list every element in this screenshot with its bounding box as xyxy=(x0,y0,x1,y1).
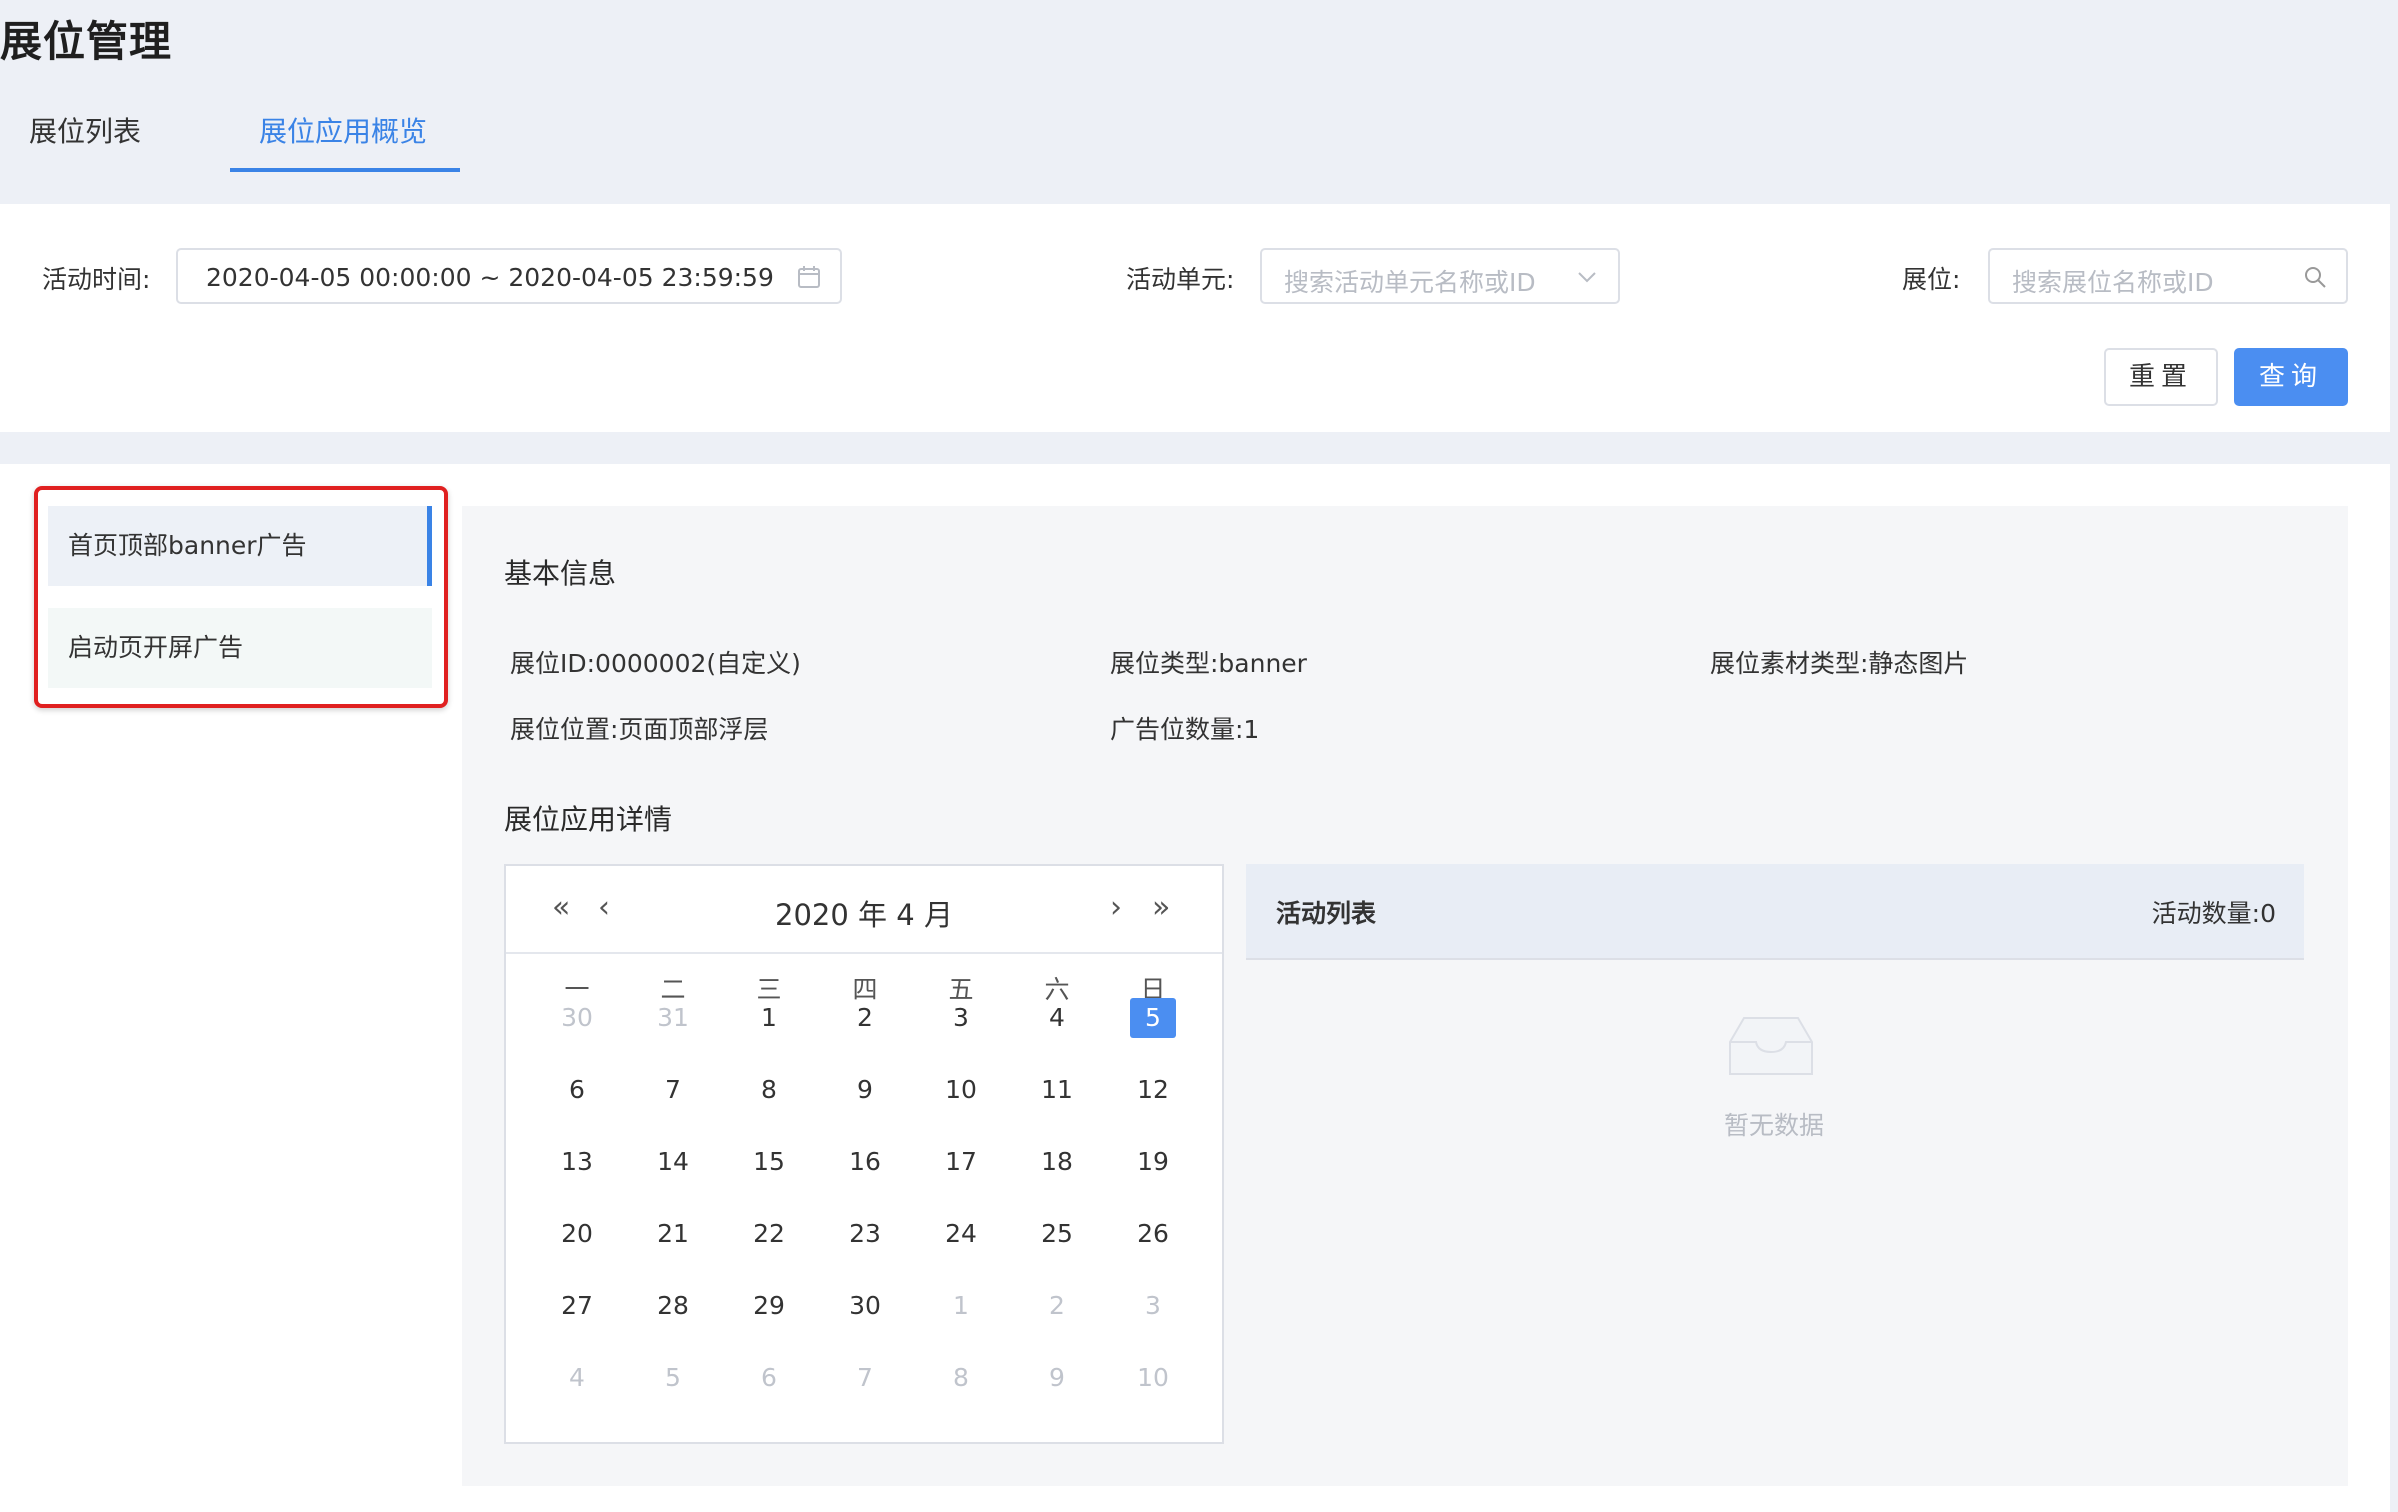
calendar-day[interactable]: 9 xyxy=(1034,1358,1080,1398)
calendar-day[interactable]: 26 xyxy=(1130,1214,1176,1254)
calendar-day[interactable]: 16 xyxy=(842,1142,888,1182)
calendar-day[interactable]: 2 xyxy=(842,998,888,1038)
calendar-day[interactable]: 23 xyxy=(842,1214,888,1254)
activity-count: 活动数量:0 xyxy=(2151,899,2276,928)
empty-inbox-icon xyxy=(1729,1017,1813,1075)
calendar-day[interactable]: 8 xyxy=(746,1070,792,1110)
calendar-day[interactable]: 2 xyxy=(1034,1286,1080,1326)
info-material-type: 展位素材类型:静态图片 xyxy=(1710,649,1969,678)
time-range-value: 2020-04-05 00:00:00 ~ 2020-04-05 23:59:5… xyxy=(206,263,774,292)
calendar-day[interactable]: 10 xyxy=(938,1070,984,1110)
calendar: « ‹ 2020 年 4 月 › » 一二三四五六日 30 31 1 2 3 4 5 6 7 8 9 1… xyxy=(504,864,1224,1444)
calendar-day[interactable]: 3 xyxy=(1130,1286,1176,1326)
active-tab-indicator xyxy=(230,168,460,172)
calendar-day[interactable]: 6 xyxy=(746,1358,792,1398)
time-range-picker[interactable]: 2020-04-05 00:00:00 ~ 2020-04-05 23:59:5… xyxy=(176,248,842,304)
calendar-day[interactable]: 5 xyxy=(650,1358,696,1398)
calendar-day[interactable]: 18 xyxy=(1034,1142,1080,1182)
reset-button[interactable]: 重置 xyxy=(2104,348,2218,406)
slot-detail: 基本信息 展位ID:0000002(自定义) 展位类型:banner 展位素材类… xyxy=(462,506,2348,1486)
calendar-day[interactable]: 17 xyxy=(938,1142,984,1182)
search-icon xyxy=(2305,267,2326,288)
next-month-icon[interactable]: › xyxy=(1110,890,1122,925)
calendar-day[interactable]: 24 xyxy=(938,1214,984,1254)
slot-list-highlight: 首页顶部banner广告 启动页开屏广告 xyxy=(34,486,448,708)
calendar-day-selected[interactable]: 5 xyxy=(1130,998,1176,1038)
calendar-day[interactable]: 7 xyxy=(650,1070,696,1110)
slot-search-input[interactable]: 搜索展位名称或ID xyxy=(1988,248,2348,304)
calendar-day[interactable]: 13 xyxy=(554,1142,600,1182)
query-button[interactable]: 查询 xyxy=(2234,348,2348,406)
info-slot-id: 展位ID:0000002(自定义) xyxy=(510,649,801,678)
calendar-day[interactable]: 6 xyxy=(554,1070,600,1110)
calendar-day[interactable]: 10 xyxy=(1130,1358,1176,1398)
detail-title: 展位应用详情 xyxy=(504,803,673,836)
calendar-day[interactable]: 14 xyxy=(650,1142,696,1182)
basic-info-title: 基本信息 xyxy=(504,557,617,590)
calendar-day[interactable]: 30 xyxy=(842,1286,888,1326)
calendar-day[interactable]: 4 xyxy=(1034,998,1080,1038)
slot-item-splash[interactable]: 启动页开屏广告 xyxy=(48,608,432,688)
tab-slot-list[interactable]: 展位列表 xyxy=(29,110,141,150)
calendar-day[interactable]: 15 xyxy=(746,1142,792,1182)
empty-text: 暂无数据 xyxy=(1724,1111,1825,1140)
calendar-day[interactable]: 7 xyxy=(842,1358,888,1398)
activity-list-title: 活动列表 xyxy=(1276,899,1377,928)
calendar-day[interactable]: 20 xyxy=(554,1214,600,1254)
slot-item-home-banner[interactable]: 首页顶部banner广告 xyxy=(48,506,432,586)
info-position: 展位位置:页面顶部浮层 xyxy=(510,715,769,744)
calendar-day[interactable]: 28 xyxy=(650,1286,696,1326)
page-title: 展位管理 xyxy=(0,17,173,66)
calendar-day[interactable]: 30 xyxy=(554,998,600,1038)
activity-list-header: 活动列表 活动数量:0 xyxy=(1246,864,2304,960)
calendar-day[interactable]: 22 xyxy=(746,1214,792,1254)
calendar-day[interactable]: 3 xyxy=(938,998,984,1038)
calendar-day[interactable]: 12 xyxy=(1130,1070,1176,1110)
calendar-day[interactable]: 27 xyxy=(554,1286,600,1326)
slot-placeholder: 搜索展位名称或ID xyxy=(2012,268,2214,297)
calendar-day[interactable]: 19 xyxy=(1130,1142,1176,1182)
calendar-day[interactable]: 29 xyxy=(746,1286,792,1326)
content-panel: 首页顶部banner广告 启动页开屏广告 基本信息 展位ID:0000002(自… xyxy=(0,464,2390,1512)
tab-bar: 展位列表 展位应用概览 xyxy=(0,100,600,174)
calendar-day[interactable]: 1 xyxy=(746,998,792,1038)
calendar-day[interactable]: 8 xyxy=(938,1358,984,1398)
unit-select[interactable]: 搜索活动单元名称或ID xyxy=(1260,248,1620,304)
filter-panel: 活动时间: 2020-04-05 00:00:00 ~ 2020-04-05 2… xyxy=(0,204,2390,432)
unit-label: 活动单元: xyxy=(1126,265,1235,294)
calendar-header: « ‹ 2020 年 4 月 › » xyxy=(506,866,1222,954)
calendar-day[interactable]: 9 xyxy=(842,1070,888,1110)
unit-placeholder: 搜索活动单元名称或ID xyxy=(1284,268,1536,297)
calendar-day[interactable]: 4 xyxy=(554,1358,600,1398)
tab-slot-overview[interactable]: 展位应用概览 xyxy=(259,110,427,150)
slot-label: 展位: xyxy=(1902,265,1961,294)
calendar-day[interactable]: 21 xyxy=(650,1214,696,1254)
chevron-down-icon xyxy=(1578,272,1596,283)
next-year-icon[interactable]: » xyxy=(1152,890,1170,925)
calendar-day[interactable]: 11 xyxy=(1034,1070,1080,1110)
calendar-day[interactable]: 1 xyxy=(938,1286,984,1326)
calendar-day[interactable]: 31 xyxy=(650,998,696,1038)
time-label: 活动时间: xyxy=(42,265,151,294)
calendar-icon xyxy=(798,266,820,288)
info-slot-type: 展位类型:banner xyxy=(1110,649,1307,678)
info-ad-count: 广告位数量:1 xyxy=(1110,715,1260,744)
calendar-day[interactable]: 25 xyxy=(1034,1214,1080,1254)
